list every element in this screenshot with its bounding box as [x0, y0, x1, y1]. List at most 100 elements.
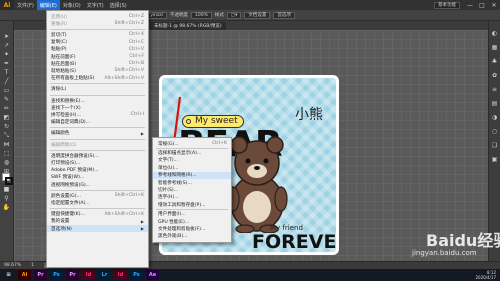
edit-menu-item[interactable]: 编辑颜色 ▶ — [47, 130, 148, 137]
magic-wand-tool-icon[interactable]: ✦ — [1, 51, 12, 59]
preferences-menu-item[interactable]: 增效工具和暂存盘(P)... — [153, 201, 231, 208]
rectangle-tool-icon[interactable]: ▭ — [1, 87, 12, 95]
gradient-panel-icon[interactable]: ▤ — [490, 99, 499, 108]
preferences-menu-item[interactable]: 文字(T)... — [153, 157, 231, 164]
edit-menu-item[interactable]: 复制(C) Ctrl+C — [47, 39, 148, 46]
minimize-button[interactable]: — — [464, 0, 476, 10]
edit-menu-item[interactable]: 指定配置文件(A)... — [47, 199, 148, 206]
menu-item-label: Adobe PDF 预设(M)... — [51, 168, 99, 174]
preferences-menu-item[interactable]: 智能参考线(S)... — [153, 179, 231, 186]
artboard-number[interactable]: 1 — [31, 263, 34, 268]
preferences-menu-item[interactable]: 文件处理和剪贴板(F)... — [153, 225, 231, 232]
selection-tool-icon[interactable]: ➤ — [1, 33, 12, 41]
pen-tool-icon[interactable]: ✒ — [1, 60, 12, 68]
system-clock[interactable]: 8:12 2020/4/17 — [475, 270, 500, 280]
edit-menu-item[interactable]: 粘贴(P) Ctrl+V — [47, 46, 148, 53]
menu-object[interactable]: 对象(O) — [60, 0, 84, 10]
brushes-panel-icon[interactable]: ♣ — [490, 57, 499, 66]
edit-menu-item[interactable]: 贴在前面(F) Ctrl+F — [47, 53, 148, 60]
stroke-panel-icon[interactable]: ≡ — [490, 85, 499, 94]
gradient-tool-icon[interactable]: ■ — [1, 186, 12, 194]
line-tool-icon[interactable]: ╱ — [1, 78, 12, 86]
width-tool-icon[interactable]: ⋈ — [1, 141, 12, 149]
symbols-panel-icon[interactable]: ✿ — [490, 71, 499, 80]
eyedropper-tool-icon[interactable]: ⚲ — [1, 195, 12, 203]
appearance-panel-icon[interactable]: ○ — [490, 127, 499, 136]
edit-menu-item[interactable]: 查找和替换(E)... — [47, 97, 148, 104]
chinese-title-text: 小熊 — [295, 107, 323, 123]
edit-menu-item[interactable]: 剪切(T) Ctrl+X — [47, 31, 148, 38]
edit-menu-item[interactable]: 贴在后面(B) Ctrl+B — [47, 60, 148, 67]
edit-menu-item: 编辑原稿(O) — [47, 141, 148, 148]
artboards-panel-icon[interactable]: ▣ — [490, 155, 499, 164]
menu-type[interactable]: 文字(T) — [84, 0, 107, 10]
color-panel-icon[interactable]: ◐ — [490, 29, 499, 38]
edit-menu-item[interactable]: 编辑自定词典(D)... — [47, 119, 148, 126]
menu-edit[interactable]: 编辑(E) — [36, 0, 60, 10]
workspace-switcher[interactable]: 基本功能 — [434, 1, 460, 9]
document-tab[interactable]: 未标题-1 @ 98.67% (RGB/预览) — [150, 22, 226, 30]
preferences-menu-item[interactable]: 黑色外观(B)... — [153, 233, 231, 240]
preferences-menu-item[interactable]: 参考线和网格(R)... — [153, 171, 231, 179]
edit-menu-item[interactable]: 在所有画板上粘贴(S) Alt+Shift+Ctrl+V — [47, 75, 148, 82]
edit-menu-item[interactable]: 查找下一个(X) — [47, 104, 148, 111]
menu-item-label: GPU 性能(E)... — [158, 219, 190, 225]
edit-menu-item[interactable]: SWF 预设(W)... — [47, 174, 148, 181]
eraser-tool-icon[interactable]: ◩ — [1, 114, 12, 122]
edit-menu-item[interactable]: 透明度拼合器预设(S)... — [47, 152, 148, 159]
pencil-tool-icon[interactable]: ✏ — [1, 105, 12, 113]
close-button[interactable]: ✕ — [488, 0, 500, 10]
paintbrush-tool-icon[interactable]: ✎ — [1, 96, 12, 104]
zoom-level[interactable]: 98.67% — [4, 263, 21, 268]
maximize-button[interactable]: □ — [476, 0, 488, 10]
swatches-panel-icon[interactable]: ▦ — [490, 43, 499, 52]
preferences-menu-item[interactable]: GPU 性能(E)... — [153, 218, 231, 225]
preferences-menu-item[interactable]: 常规(G)... Ctrl+K — [153, 140, 231, 147]
taskbar-app-photoshop-2[interactable]: Ps — [130, 270, 143, 280]
edit-menu-item[interactable]: 首选项(N) ▶ — [47, 225, 148, 232]
taskbar-app-after-effects[interactable]: Ae — [146, 270, 159, 280]
start-icon[interactable]: ⊞ — [2, 270, 15, 280]
document-settings-button[interactable]: 文档设置 — [244, 11, 271, 19]
shape-builder-tool-icon[interactable]: ◍ — [1, 159, 12, 167]
taskbar-app-premiere[interactable]: Pr — [34, 270, 47, 280]
layers-panel-icon[interactable]: ❏ — [490, 141, 499, 150]
hand-tool-icon[interactable]: ✋ — [1, 204, 12, 212]
rotate-tool-icon[interactable]: ↻ — [1, 123, 12, 131]
edit-menu-item[interactable]: 就地粘贴(S) Shift+Ctrl+V — [47, 67, 148, 74]
edit-menu-item[interactable]: 打印预设(S)... — [47, 159, 148, 166]
edit-menu-item[interactable]: 透视网格预设(G)... — [47, 181, 148, 188]
preferences-button[interactable]: 首选项 — [273, 11, 295, 19]
preferences-menu-item[interactable]: 连字(H)... — [153, 194, 231, 201]
direct-selection-tool-icon[interactable]: ↗ — [1, 42, 12, 50]
edit-menu-item[interactable]: 颜色设置(G)... Shift+Ctrl+K — [47, 192, 148, 199]
taskbar-app-illustrator[interactable]: Ai — [18, 270, 31, 280]
preferences-menu-item[interactable]: 用户界面(I)... — [153, 211, 231, 218]
taskbar-app-premiere-2[interactable]: Pr — [66, 270, 79, 280]
edit-menu-item[interactable]: 拼写检查(H)... Ctrl+I — [47, 111, 148, 118]
transparency-panel-icon[interactable]: ◑ — [490, 113, 499, 122]
preferences-menu-item[interactable]: 单位(U)... — [153, 164, 231, 171]
scale-tool-icon[interactable]: ⤡ — [1, 132, 12, 140]
illustrator-window: Ai 文件(F) 编辑(E) 对象(O) 文字(T) 选择(S) 基本功能 — … — [0, 0, 500, 281]
menu-item-label: 贴在前面(F) — [51, 54, 76, 60]
edit-menu-item[interactable]: 我的设置 ▶ — [47, 218, 148, 225]
edit-menu-item[interactable]: 键盘快捷键(K)... Alt+Shift+Ctrl+K — [47, 211, 148, 218]
menu-file[interactable]: 文件(F) — [14, 0, 37, 10]
free-transform-tool-icon[interactable]: ⬚ — [1, 150, 12, 158]
taskbar-app-lightroom[interactable]: Lr — [98, 270, 111, 280]
taskbar-app-indesign-2[interactable]: Id — [114, 270, 127, 280]
preferences-menu-item[interactable]: 选择和锚点显示(A)... — [153, 149, 231, 156]
edit-menu-item[interactable]: Adobe PDF 预设(M)... — [47, 167, 148, 174]
opacity-field[interactable]: 100% — [191, 11, 212, 19]
taskbar-app-indesign[interactable]: Id — [82, 270, 95, 280]
preferences-menu-item[interactable]: 切片(S)... — [153, 186, 231, 193]
menu-item-shortcut: Alt+Shift+Ctrl+V — [104, 75, 144, 81]
menu-select[interactable]: 选择(S) — [107, 0, 130, 10]
style-dropdown[interactable]: □▾ — [226, 11, 242, 19]
menu-item-label: 键盘快捷键(K)... — [51, 212, 85, 218]
edit-menu-item[interactable]: 清除(L) — [47, 86, 148, 93]
stroke-color-swatch[interactable] — [5, 177, 13, 185]
taskbar-app-photoshop[interactable]: Ps — [50, 270, 63, 280]
type-tool-icon[interactable]: T — [1, 69, 12, 77]
